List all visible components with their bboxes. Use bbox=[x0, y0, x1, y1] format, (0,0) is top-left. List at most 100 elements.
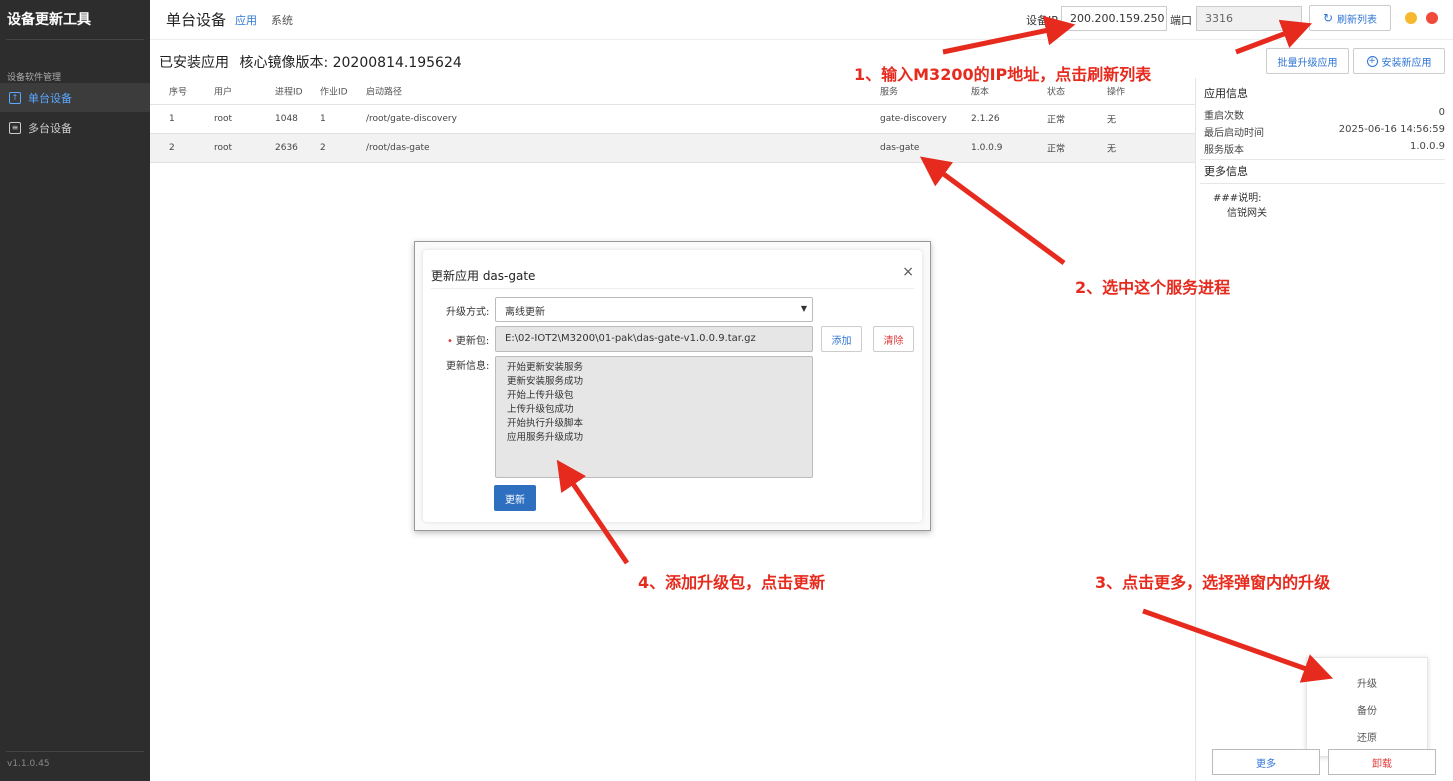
install-new-app-button[interactable]: + 安装新应用 bbox=[1353, 48, 1445, 74]
uninstall-button[interactable]: 卸载 bbox=[1328, 749, 1436, 775]
port-label: 端口 bbox=[1170, 14, 1192, 27]
cell-actions: 无 bbox=[1107, 144, 1117, 155]
refresh-list-button[interactable]: ↻ 刷新列表 bbox=[1309, 5, 1391, 31]
log-line: 上传升级包成功 bbox=[507, 404, 574, 415]
col-index: 序号 bbox=[169, 87, 188, 98]
service-version-value: 1.0.0.9 bbox=[1410, 141, 1445, 152]
sidebar-item-multi-device[interactable]: ≡ 多台设备 bbox=[0, 113, 150, 142]
app-window: 设备更新工具 设备软件管理 ↑ 单台设备 ≡ 多台设备 v1.1.0.45 单台… bbox=[0, 0, 1453, 781]
more-info-title: 更多信息 bbox=[1204, 165, 1248, 178]
col-job-id: 作业ID bbox=[320, 87, 348, 98]
sidebar-section-label: 设备软件管理 bbox=[7, 73, 62, 83]
package-path-field[interactable]: E:\02-IOT2\M3200\01-pak\das-gate-v1.0.0.… bbox=[495, 326, 813, 352]
annotation-step-2: 2、选中这个服务进程 bbox=[1075, 278, 1231, 297]
device-ip-input[interactable]: 200.200.159.250 bbox=[1061, 6, 1167, 31]
panel-divider bbox=[1200, 159, 1445, 160]
upload-box-icon: ↑ bbox=[9, 91, 21, 104]
col-service: 服务 bbox=[880, 87, 899, 98]
annotation-step-4: 4、添加升级包，点击更新 bbox=[638, 573, 826, 592]
upgrade-mode-select[interactable]: 离线更新 ▼ bbox=[495, 297, 813, 322]
add-package-button[interactable]: 添加 bbox=[821, 326, 862, 352]
restart-count-row: 重启次数 0 bbox=[1204, 107, 1445, 122]
required-mark: • bbox=[447, 336, 453, 347]
table-row[interactable]: 1 root 1048 1 /root/gate-discovery gate-… bbox=[150, 105, 1195, 134]
update-log-area: 开始更新安装服务 更新安装服务成功 开始上传升级包 上传升级包成功 开始执行升级… bbox=[495, 356, 813, 478]
app-version: v1.1.0.45 bbox=[7, 759, 50, 769]
sidebar-item-label: 多台设备 bbox=[28, 121, 72, 135]
page-title: 单台设备 bbox=[166, 11, 227, 29]
last-start-label: 最后启动时间 bbox=[1204, 128, 1264, 139]
caret-down-icon: ▼ bbox=[800, 304, 807, 313]
col-user: 用户 bbox=[214, 87, 233, 98]
dialog-divider bbox=[431, 288, 914, 289]
installed-apps-header: 已安装应用 核心镜像版本: 20200814.195624 bbox=[159, 52, 462, 72]
cell-user: root bbox=[214, 143, 233, 153]
col-pid: 进程ID bbox=[275, 87, 303, 98]
minimize-button[interactable] bbox=[1405, 12, 1417, 24]
restart-count-label: 重启次数 bbox=[1204, 111, 1244, 122]
batch-upgrade-button[interactable]: 批量升级应用 bbox=[1266, 48, 1349, 74]
cell-service: gate-discovery bbox=[880, 114, 947, 124]
cell-index: 2 bbox=[169, 143, 175, 153]
menu-item-backup[interactable]: 备份 bbox=[1307, 702, 1427, 717]
installed-apps-title: 已安装应用 bbox=[159, 55, 229, 71]
cell-job-id: 2 bbox=[320, 143, 326, 153]
close-icon[interactable]: × bbox=[902, 264, 914, 280]
cell-job-id: 1 bbox=[320, 114, 326, 124]
port-input[interactable]: 3316 bbox=[1196, 6, 1302, 31]
upgrade-mode-value: 离线更新 bbox=[505, 307, 545, 318]
menu-item-restore[interactable]: 还原 bbox=[1307, 729, 1427, 744]
log-line: 开始上传升级包 bbox=[507, 390, 574, 401]
top-bar: 单台设备 应用 系统 设备IP 200.200.159.250 端口 3316 … bbox=[150, 0, 1453, 40]
tab-apps[interactable]: 应用 bbox=[235, 12, 257, 28]
service-version-row: 服务版本 1.0.0.9 bbox=[1204, 141, 1445, 156]
log-line: 开始更新安装服务 bbox=[507, 362, 584, 373]
cell-user: root bbox=[214, 114, 233, 124]
close-button[interactable] bbox=[1426, 12, 1438, 24]
log-line: 开始执行升级脚本 bbox=[507, 418, 584, 429]
table-row[interactable]: 2 root 2636 2 /root/das-gate das-gate 1.… bbox=[150, 134, 1195, 163]
arrow-to-das-gate-row bbox=[919, 156, 1066, 266]
app-info-title: 应用信息 bbox=[1204, 87, 1248, 100]
last-start-value: 2025-06-16 14:56:59 bbox=[1338, 124, 1445, 135]
package-label: • 更新包: bbox=[447, 336, 490, 347]
cell-service: das-gate bbox=[880, 143, 920, 153]
update-app-dialog: 更新应用 das-gate × 升级方式: 离线更新 ▼ • 更新包: E:\02… bbox=[423, 250, 922, 522]
refresh-icon: ↻ bbox=[1322, 11, 1334, 25]
annotation-step-1: 1、输入M3200的IP地址，点击刷新列表 bbox=[854, 65, 1152, 84]
col-start-path: 启动路径 bbox=[366, 87, 403, 98]
more-button[interactable]: 更多 bbox=[1212, 749, 1320, 775]
restart-count-value: 0 bbox=[1438, 107, 1445, 118]
dialog-title: 更新应用 das-gate bbox=[431, 269, 536, 283]
panel-divider bbox=[1200, 183, 1445, 184]
col-version: 版本 bbox=[971, 87, 990, 98]
col-actions: 操作 bbox=[1107, 87, 1126, 98]
cell-pid: 1048 bbox=[275, 114, 298, 124]
update-app-dialog-frame: 更新应用 das-gate × 升级方式: 离线更新 ▼ • 更新包: E:\02… bbox=[414, 241, 931, 531]
refresh-list-label: 刷新列表 bbox=[1337, 14, 1378, 26]
description-heading: ###说明: bbox=[1213, 193, 1262, 204]
core-image-version: 核心镜像版本: 20200814.195624 bbox=[239, 55, 462, 71]
sidebar-item-single-device[interactable]: ↑ 单台设备 bbox=[0, 83, 150, 112]
device-ip-label: 设备IP bbox=[1026, 14, 1058, 27]
sidebar-divider bbox=[6, 751, 144, 752]
sidebar: 设备更新工具 设备软件管理 ↑ 单台设备 ≡ 多台设备 v1.1.0.45 bbox=[0, 0, 150, 781]
cell-status: 正常 bbox=[1047, 144, 1066, 155]
clear-package-button[interactable]: 清除 bbox=[873, 326, 914, 352]
apps-table: 序号 用户 进程ID 作业ID 启动路径 服务 版本 状态 操作 1 root … bbox=[150, 78, 1195, 163]
log-line: 应用服务升级成功 bbox=[507, 432, 584, 443]
list-box-icon: ≡ bbox=[9, 121, 21, 134]
install-new-app-label: 安装新应用 bbox=[1381, 57, 1432, 69]
description-text: 信锐网关 bbox=[1227, 208, 1267, 219]
upgrade-mode-label: 升级方式: bbox=[446, 307, 490, 318]
menu-item-upgrade[interactable]: 升级 bbox=[1307, 675, 1427, 690]
col-status: 状态 bbox=[1047, 87, 1066, 98]
plus-circle-icon: + bbox=[1366, 55, 1378, 67]
tab-system[interactable]: 系统 bbox=[271, 12, 293, 28]
app-title: 设备更新工具 bbox=[7, 12, 91, 28]
log-line: 更新安装服务成功 bbox=[507, 376, 584, 387]
update-button[interactable]: 更新 bbox=[494, 485, 536, 511]
cell-version: 1.0.0.9 bbox=[971, 143, 1003, 153]
sidebar-item-label: 单台设备 bbox=[28, 91, 72, 105]
cell-start-path: /root/gate-discovery bbox=[366, 114, 457, 124]
